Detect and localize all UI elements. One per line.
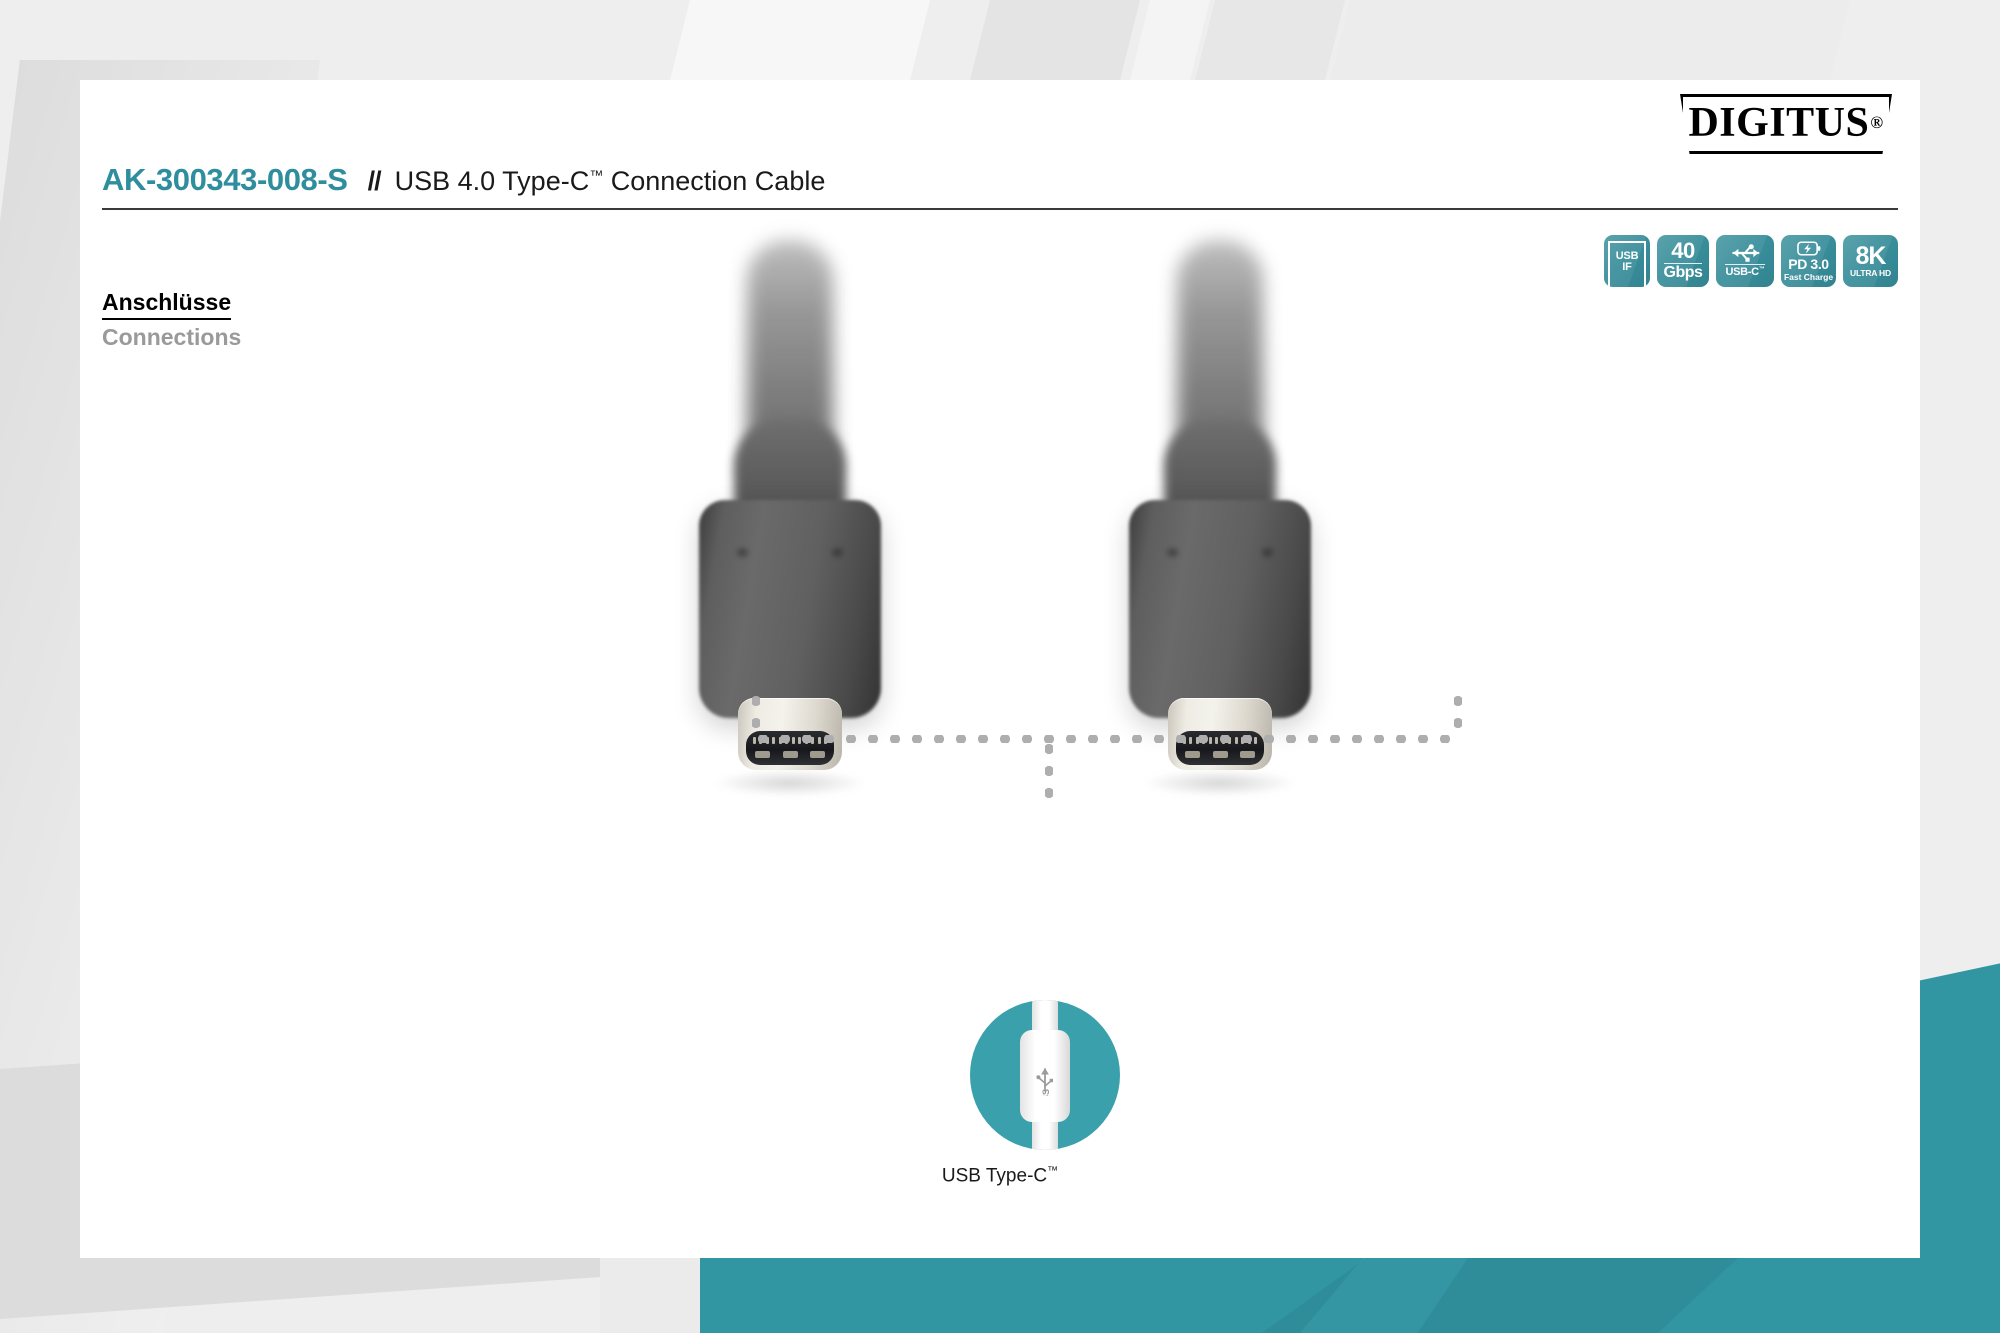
- callout-line-left: [752, 690, 760, 738]
- connector-overmold: [1129, 500, 1311, 718]
- pad-row: [1185, 751, 1255, 758]
- logo-wordmark-text: DIGITUS: [1688, 100, 1870, 146]
- badge-pd-version: PD 3.0: [1788, 255, 1829, 272]
- connector-caption-text: USB Type-C: [941, 1165, 1048, 1187]
- connector-metal-tip: [1168, 698, 1272, 770]
- callout-line-horizontal: [752, 735, 1462, 743]
- title-separator: //: [367, 166, 382, 196]
- product-sku: AK-300343-008-S: [102, 162, 348, 197]
- trademark-icon: ™: [589, 167, 604, 183]
- logo-wordmark: DIGITUS ®: [1680, 94, 1892, 154]
- overmold-dimple: [737, 548, 748, 557]
- product-name-text: USB 4.0 Type-C: [394, 166, 590, 196]
- product-photo: [80, 240, 1920, 910]
- overmold-dimple: [1167, 548, 1178, 557]
- logo-registered-icon: ®: [1870, 113, 1884, 132]
- svg-text:SS: SS: [1041, 1089, 1051, 1096]
- battery-bolt-icon: [1796, 241, 1820, 256]
- caption-trademark-icon: ™: [1047, 1165, 1059, 1177]
- usb-c-connector-left: [640, 240, 940, 830]
- connector-caption: USB Type-C™: [80, 1165, 1920, 1187]
- datasheet-page: DIGITUS ® AK-300343-008-S // USB 4.0 Type…: [0, 0, 2000, 1333]
- digitus-logo: DIGITUS ®: [1680, 94, 1892, 154]
- superspeed-usb-icon: SS: [1036, 1068, 1054, 1096]
- connector-shadow: [1145, 770, 1295, 796]
- badge-speed-value: 40: [1671, 238, 1695, 264]
- icon-cable-bottom: [1032, 1118, 1058, 1150]
- product-name-suffix: Connection Cable: [603, 166, 826, 196]
- usb-trident-icon: [1732, 244, 1760, 263]
- overmold-dimple: [832, 548, 843, 557]
- content-card: DIGITUS ® AK-300343-008-S // USB 4.0 Type…: [80, 80, 1920, 1258]
- connector-overmold: [699, 500, 881, 718]
- callout-line-right: [1454, 690, 1462, 738]
- connector-shadow: [715, 770, 865, 796]
- title-divider: [102, 208, 1898, 210]
- usb-type-c-icon-circle: SS: [970, 1000, 1120, 1150]
- icon-connector-body: SS: [1020, 1030, 1070, 1122]
- badge-resolution-value: 8K: [1855, 241, 1887, 270]
- callout-line-center: [1045, 738, 1053, 808]
- product-name: USB 4.0 Type-C™ Connection Cable: [395, 166, 826, 197]
- page-title: AK-300343-008-S // USB 4.0 Type-C™ Conne…: [102, 162, 825, 198]
- usb-c-connector-right: [1070, 240, 1370, 830]
- overmold-dimple: [1262, 548, 1273, 557]
- pad-row: [755, 751, 825, 758]
